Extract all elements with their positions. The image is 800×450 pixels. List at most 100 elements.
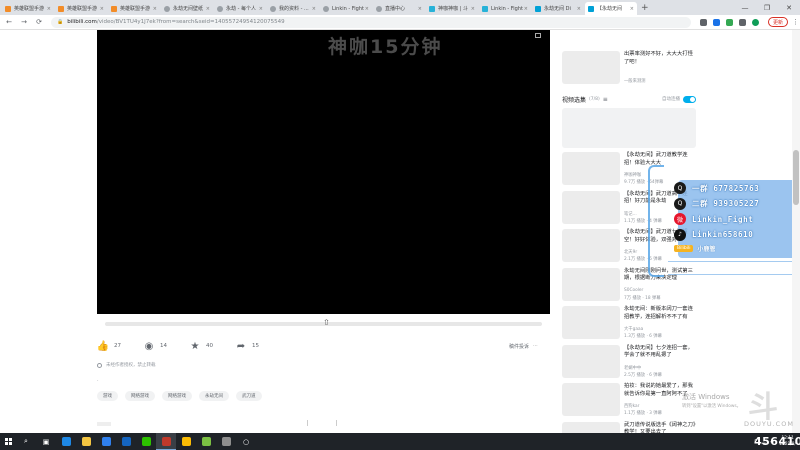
extension-icon[interactable] xyxy=(713,18,720,26)
mail-icon[interactable] xyxy=(116,433,136,450)
overlay-contact-text: Linkin_Fight xyxy=(692,214,754,224)
browser-tab[interactable]: 永劫 - 每个人 × xyxy=(214,2,266,15)
action-count: 14 xyxy=(160,343,167,349)
edge-icon[interactable] xyxy=(56,433,76,450)
video-thumbnail[interactable] xyxy=(562,152,620,185)
scrollbar-thumb[interactable] xyxy=(793,150,799,205)
extension-icon[interactable] xyxy=(739,18,746,26)
close-window-button[interactable]: ✕ xyxy=(778,0,800,15)
browser-tab[interactable]: 我的资料 - ... × xyxy=(267,2,319,15)
stream-title-watermark: 神咖15分钟 xyxy=(328,36,443,58)
star-button[interactable]: ★ 40 xyxy=(189,340,213,352)
forward-icon[interactable]: → xyxy=(18,18,30,26)
video-tag[interactable]: 网络游戏 xyxy=(125,391,155,401)
tab-favicon-icon xyxy=(58,5,64,12)
browser-tab[interactable]: Linkin - Fight × xyxy=(320,2,372,15)
browser-menu-icon[interactable]: ⋮ xyxy=(792,18,799,26)
recommend-title[interactable]: 【永劫无间】七夕连招一套，学会了就不用乱摁了 xyxy=(624,345,696,360)
video-thumbnail[interactable] xyxy=(562,51,620,84)
video-thumbnail[interactable] xyxy=(562,229,620,262)
overlay-contact-row: Q 二群 939305227 xyxy=(674,197,759,210)
video-thumbnail[interactable] xyxy=(562,306,620,339)
tab-favicon-icon xyxy=(482,5,488,12)
video-player[interactable] xyxy=(97,30,550,314)
tab-close-icon[interactable]: × xyxy=(365,6,369,12)
recommend-stats: 7万 播放 · 18 弹幕 xyxy=(624,295,661,301)
browser-tab[interactable]: 神咖神咖 | 斗 × xyxy=(426,2,478,15)
search-icon[interactable]: ⌕ xyxy=(16,433,36,450)
chrome-icon[interactable] xyxy=(176,433,196,450)
recommend-uploader[interactable]: S0Cooler xyxy=(624,288,696,293)
minimize-button[interactable]: — xyxy=(734,0,756,15)
game-icon[interactable] xyxy=(216,433,236,450)
browser-tab[interactable]: 英雄联盟手游 × xyxy=(108,2,160,15)
recommend-title[interactable]: 永劫无间：新版本阔刀一套连招教学，连招解析不不了有 xyxy=(624,306,696,321)
new-tab-button[interactable]: + xyxy=(641,2,649,15)
more-icon[interactable]: ⋯ xyxy=(533,343,538,349)
share-button[interactable]: ➦ 15 xyxy=(235,340,259,352)
circle-icon[interactable]: ○ xyxy=(236,433,256,450)
tab-close-icon[interactable]: × xyxy=(153,6,157,12)
page-scrollbar[interactable] xyxy=(792,30,800,433)
report-button[interactable]: 稿件投诉 ⋯ xyxy=(509,343,538,350)
tab-close-icon[interactable]: × xyxy=(471,6,475,12)
collection-panel[interactable] xyxy=(562,108,696,148)
start-button[interactable] xyxy=(0,433,16,450)
thumb-up-button[interactable]: 👍 27 xyxy=(97,340,121,352)
store-icon[interactable] xyxy=(96,433,116,450)
list-icon[interactable]: ≡ xyxy=(603,96,608,103)
browser-tab[interactable]: 直播中心 × xyxy=(373,2,425,15)
browser-tab[interactable]: Linkin - Fight × xyxy=(479,2,531,15)
video-tag[interactable]: 永劫无间 xyxy=(199,391,229,401)
maximize-button[interactable]: ❐ xyxy=(756,0,778,15)
record-app-icon[interactable] xyxy=(156,433,176,450)
browser-tab[interactable]: 永劫无间 Di × xyxy=(532,2,584,15)
back-icon[interactable]: ← xyxy=(3,18,15,26)
tab-close-icon[interactable]: × xyxy=(100,6,104,12)
tab-close-icon[interactable]: × xyxy=(47,6,51,12)
recommend-uploader[interactable]: 大千gaaa xyxy=(624,326,696,332)
mail-tile xyxy=(121,437,131,446)
tab-close-icon[interactable]: × xyxy=(418,6,422,12)
update-button[interactable]: 更新 xyxy=(768,17,789,27)
tab-close-icon[interactable]: × xyxy=(630,6,634,12)
recommend-uploader[interactable]: 老蝴中中 xyxy=(624,365,696,371)
explorer-icon[interactable] xyxy=(76,433,96,450)
url-input[interactable]: 🔒 bilibili.com /video/BV1TU4y1J7ek?from=… xyxy=(51,16,691,28)
recommend-title[interactable]: 出票率测好不好，大大大打怪了吧！ xyxy=(624,51,696,66)
app-icon[interactable] xyxy=(196,433,216,450)
coin-button[interactable]: ◉ 14 xyxy=(143,340,167,352)
reload-icon[interactable]: ⟳ xyxy=(33,18,45,26)
autoplay-toggle[interactable] xyxy=(683,95,696,103)
weibo-icon: 微 xyxy=(674,213,686,225)
browser-tab[interactable]: 英雄联盟手游 × xyxy=(55,2,107,15)
tab-label: 【永劫无间 xyxy=(597,6,623,12)
video-tag[interactable]: 网络游戏 xyxy=(162,391,192,401)
video-tag[interactable]: 武刀道 xyxy=(236,391,262,401)
video-thumbnail[interactable] xyxy=(562,383,620,416)
profile-avatar[interactable] xyxy=(752,18,759,26)
action-list: 👍 27 ◉ 14 ★ 40 ➦ 15 xyxy=(97,340,281,352)
player-mini-icon[interactable] xyxy=(535,33,541,38)
tab-close-icon[interactable]: × xyxy=(312,6,316,12)
video-thumbnail[interactable] xyxy=(562,267,620,301)
browser-tab[interactable]: 永劫无间壁纸 × xyxy=(161,2,213,15)
tab-close-icon[interactable]: × xyxy=(259,6,263,12)
extension-icon[interactable] xyxy=(700,18,707,26)
video-thumbnail[interactable] xyxy=(562,190,620,224)
tab-close-icon[interactable]: × xyxy=(206,6,210,12)
autoplay-label: 自动连播 xyxy=(662,97,680,102)
progress-bar[interactable]: ⇧ xyxy=(97,318,550,330)
video-tag[interactable]: 游戏 xyxy=(97,391,118,401)
tab-close-icon[interactable]: × xyxy=(577,6,581,12)
extension-icon[interactable] xyxy=(726,18,733,26)
tab-close-icon[interactable]: × xyxy=(524,6,528,12)
video-thumbnail[interactable] xyxy=(562,421,620,433)
wechat-icon[interactable] xyxy=(136,433,156,450)
taskview-icon[interactable]: ▣ xyxy=(36,433,56,450)
video-thumbnail[interactable] xyxy=(562,344,620,378)
recommend-title[interactable]: 武刀道传说版选手《阔神之刀》教学！又要出去了 xyxy=(624,422,696,434)
browser-tab[interactable]: 英雄联盟手游 × xyxy=(2,2,54,15)
browser-tab[interactable]: 【永劫无间 × xyxy=(585,2,637,15)
game-tile xyxy=(221,437,231,446)
